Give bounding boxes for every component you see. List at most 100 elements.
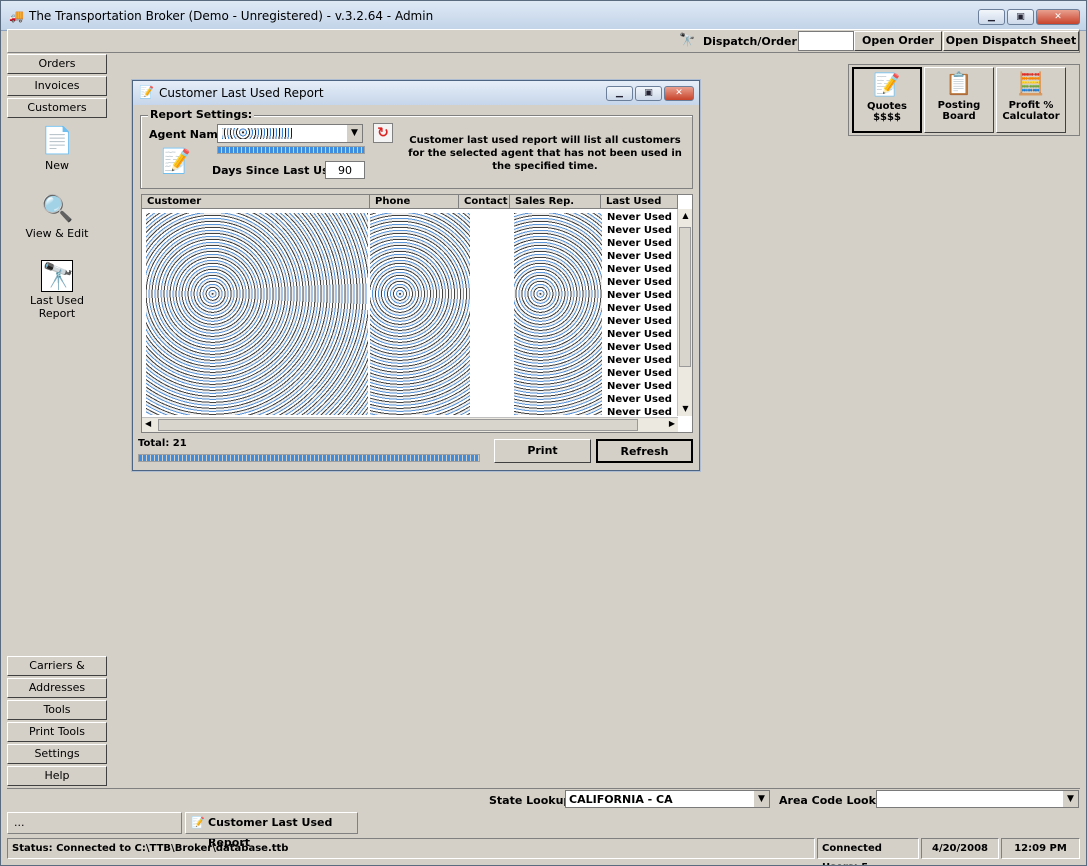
quote-pad-icon: 📝 bbox=[873, 73, 901, 98]
sidebar-customers-button[interactable]: Customers bbox=[7, 98, 107, 118]
taskbar-report-item[interactable]: 📝 Customer Last Used Report bbox=[185, 812, 358, 849]
agent-name-combo[interactable]: ▼ bbox=[217, 124, 363, 143]
status-bar: Status: Connected to C:\TTB\Broker\datab… bbox=[7, 838, 1080, 865]
table-row[interactable]: Never Used bbox=[607, 315, 672, 328]
table-row[interactable]: Never Used bbox=[607, 289, 672, 302]
agent-progress-bar bbox=[217, 146, 365, 154]
close-button[interactable]: ✕ bbox=[1036, 9, 1080, 25]
table-row[interactable]: Never Used bbox=[607, 211, 672, 224]
quotes-button[interactable]: 📝 Quotes $$$$ bbox=[852, 67, 922, 133]
horizontal-scrollbar[interactable]: ◀ ▶ bbox=[142, 417, 678, 432]
minimize-button[interactable]: ▁ bbox=[978, 9, 1005, 25]
open-dispatch-sheet-button[interactable]: Open Dispatch Sheet bbox=[943, 31, 1079, 51]
sidebar-item-view-edit[interactable]: 🔍 View & Edit bbox=[7, 193, 107, 240]
report-settings-legend: Report Settings: bbox=[148, 108, 255, 121]
posting-sublabel: Board bbox=[942, 111, 976, 122]
table-row[interactable]: Never Used bbox=[607, 341, 672, 354]
report-pad-icon: 📝 bbox=[161, 147, 191, 175]
chevron-down-icon[interactable]: ▼ bbox=[753, 791, 769, 807]
posting-label: Posting bbox=[937, 100, 981, 111]
lookup-bar: State Lookup: CALIFORNIA - CA ▼ Area Cod… bbox=[7, 788, 1080, 810]
status-date: 4/20/2008 bbox=[921, 838, 999, 859]
window-title: The Transportation Broker (Demo - Unregi… bbox=[29, 9, 434, 23]
table-row[interactable]: Never Used bbox=[607, 276, 672, 289]
dialog-close-button[interactable]: ✕ bbox=[664, 86, 694, 101]
profit-sublabel: Calculator bbox=[1002, 111, 1060, 122]
quick-buttons-panel: 📝 Quotes $$$$ 📋 Posting Board 🧮 Profit %… bbox=[848, 64, 1080, 136]
chevron-down-icon[interactable]: ▼ bbox=[1062, 791, 1078, 807]
sidebar-invoices-button[interactable]: Invoices bbox=[7, 76, 107, 96]
table-row[interactable]: Never Used bbox=[607, 393, 672, 406]
table-row[interactable]: Never Used bbox=[607, 367, 672, 380]
sidebar-item-last-used-report[interactable]: 🔭 Last Used Report bbox=[7, 260, 107, 320]
sidebar-addresses-button[interactable]: Addresses bbox=[7, 678, 107, 698]
title-bar: 🚚 The Transportation Broker (Demo - Unre… bbox=[1, 1, 1086, 31]
scroll-up-icon[interactable]: ▲ bbox=[678, 209, 692, 223]
scroll-down-icon[interactable]: ▼ bbox=[678, 402, 692, 416]
main-window: 🚚 The Transportation Broker (Demo - Unre… bbox=[0, 0, 1087, 866]
vertical-scroll-thumb[interactable] bbox=[679, 227, 691, 367]
state-lookup-value: CALIFORNIA - CA bbox=[569, 793, 673, 806]
column-header-last-used[interactable]: Last Used bbox=[601, 195, 678, 209]
maximize-button[interactable]: ▣ bbox=[1007, 9, 1034, 25]
sidebar-settings-button[interactable]: Settings bbox=[7, 744, 107, 764]
dialog-maximize-button[interactable]: ▣ bbox=[635, 86, 662, 101]
sidebar-item-label: New bbox=[45, 159, 69, 172]
binoculars-icon: 🔭 bbox=[679, 33, 696, 48]
table-row[interactable]: Never Used bbox=[607, 328, 672, 341]
customer-column-obscured bbox=[146, 213, 368, 415]
window-taskbar: ... 📝 Customer Last Used Report bbox=[7, 812, 1080, 849]
open-order-button[interactable]: Open Order bbox=[854, 31, 942, 51]
sidebar-help-button[interactable]: Help bbox=[7, 766, 107, 786]
scroll-right-icon[interactable]: ▶ bbox=[669, 419, 675, 428]
table-row[interactable]: Never Used bbox=[607, 354, 672, 367]
column-header-contact[interactable]: Contact bbox=[459, 195, 510, 209]
table-row[interactable]: Never Used bbox=[607, 250, 672, 263]
customers-grid[interactable]: Customer Phone Contact Sales Rep. Last U… bbox=[141, 194, 693, 433]
table-row[interactable]: Never Used bbox=[607, 380, 672, 393]
toolbar: 🔭 Dispatch/Order #: Open Order Open Disp… bbox=[7, 29, 1080, 53]
state-lookup-combo[interactable]: CALIFORNIA - CA ▼ bbox=[565, 790, 770, 808]
sidebar-carriers-button[interactable]: Carriers & Factors bbox=[7, 656, 107, 690]
state-lookup-label: State Lookup: bbox=[489, 794, 576, 807]
area-code-lookup-combo[interactable]: ▼ bbox=[876, 790, 1079, 808]
status-text: Status: Connected to C:\TTB\Broker\datab… bbox=[7, 838, 815, 859]
total-count: Total: 21 bbox=[138, 438, 187, 449]
days-since-input[interactable]: 90 bbox=[325, 161, 365, 179]
scroll-left-icon[interactable]: ◀ bbox=[145, 419, 151, 428]
column-header-sales-rep[interactable]: Sales Rep. bbox=[510, 195, 601, 209]
sidebar-tools-button[interactable]: Tools bbox=[7, 700, 107, 720]
column-header-phone[interactable]: Phone bbox=[370, 195, 459, 209]
phone-column-obscured bbox=[370, 213, 470, 415]
posting-board-icon: 📋 bbox=[945, 72, 973, 97]
chevron-down-icon[interactable]: ▼ bbox=[346, 125, 362, 142]
report-description: Customer last used report will list all … bbox=[408, 135, 682, 172]
dialog-title: Customer Last Used Report bbox=[159, 86, 324, 100]
refresh-icon[interactable]: ↻ bbox=[373, 123, 393, 143]
column-header-customer[interactable]: Customer bbox=[142, 195, 370, 209]
sidebar-item-new[interactable]: 📄 New bbox=[7, 125, 107, 172]
posting-board-button[interactable]: 📋 Posting Board bbox=[924, 67, 994, 133]
print-button[interactable]: Print bbox=[494, 439, 591, 463]
agent-name-value-obscured bbox=[222, 128, 292, 139]
taskbar-ellipsis[interactable]: ... bbox=[7, 812, 182, 834]
horizontal-scroll-thumb[interactable] bbox=[158, 419, 638, 431]
sidebar-orders-button[interactable]: Orders bbox=[7, 54, 107, 74]
document-icon: 📄 bbox=[41, 126, 74, 156]
refresh-button[interactable]: Refresh bbox=[596, 439, 693, 463]
profit-label: Profit % bbox=[1008, 100, 1054, 111]
table-row[interactable]: Never Used bbox=[607, 302, 672, 315]
task-report-icon: 📝 bbox=[191, 816, 205, 829]
profit-calculator-button[interactable]: 🧮 Profit % Calculator bbox=[996, 67, 1066, 133]
dialog-app-icon: 📝 bbox=[139, 85, 154, 99]
load-progress-bar bbox=[138, 454, 480, 462]
vertical-scrollbar[interactable]: ▲ ▼ bbox=[677, 209, 692, 416]
table-row[interactable]: Never Used bbox=[607, 263, 672, 276]
sales-rep-column-obscured bbox=[514, 213, 602, 415]
dispatch-order-input[interactable] bbox=[798, 31, 854, 51]
table-row[interactable]: Never Used bbox=[607, 224, 672, 237]
quotes-label: Quotes bbox=[866, 101, 907, 112]
sidebar-print-tools-button[interactable]: Print Tools bbox=[7, 722, 107, 742]
table-row[interactable]: Never Used bbox=[607, 237, 672, 250]
dialog-minimize-button[interactable]: ▁ bbox=[606, 86, 633, 101]
